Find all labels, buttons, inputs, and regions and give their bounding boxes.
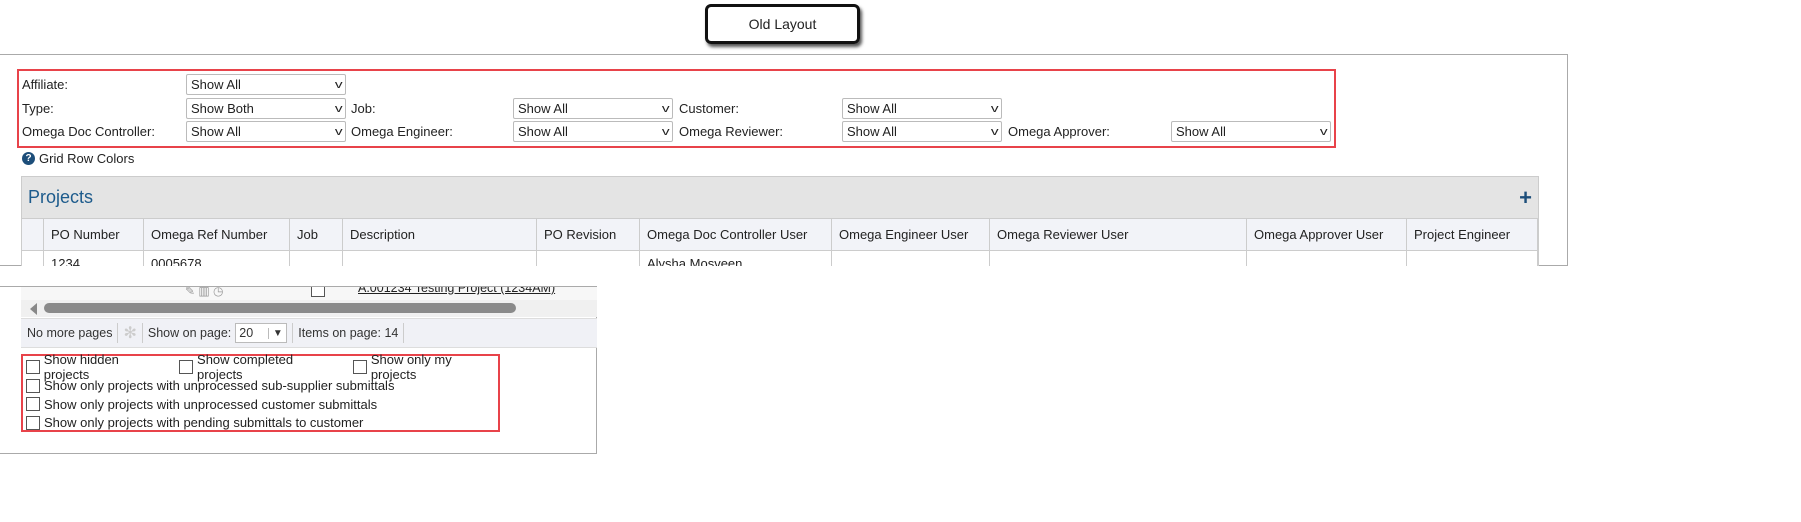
scrollbar-thumb[interactable] [44,303,516,313]
old-layout-label: Old Layout [705,4,860,44]
type-select[interactable]: Show Both v [186,98,346,119]
engineer-label: Omega Engineer: [351,124,453,139]
column-header[interactable]: Omega Reviewer User [990,219,1247,250]
row-cell [22,251,44,266]
column-header[interactable]: Omega Engineer User [832,219,990,250]
no-more-pages: No more pages [27,326,113,340]
projects-grid: Projects + PO Number Omega Ref Number Job… [21,176,1539,266]
job-label: Job: [351,101,376,116]
affiliate-select[interactable]: Show All v [186,74,346,95]
chevron-down-icon: v [334,78,343,91]
select-column-header [22,219,44,250]
row-cell: 1234 [44,251,144,266]
chevron-down-icon: v [334,125,343,138]
column-header[interactable]: Job [290,219,343,250]
grid-title: Projects [28,187,94,207]
column-header[interactable]: PO Revision [537,219,640,250]
column-header[interactable]: Description [343,219,537,250]
grid-header-row: PO Number Omega Ref Number Job Descripti… [22,219,1538,251]
row-cell: Alysha Mosveen [640,251,832,266]
table-row[interactable]: 1234 0005678 Alysha Mosveen [22,251,1538,266]
reviewer-label: Omega Reviewer: [679,124,784,139]
chevron-down-icon: v [661,125,670,138]
project-link[interactable]: A.001234 Testing Project (1234AM) [358,287,555,295]
edit-delete-history-icons[interactable]: ✎ ▥ ◷ [185,287,224,298]
row-cell [290,251,343,266]
row-cell [1407,251,1538,266]
chevron-down-icon: v [1319,125,1328,138]
row-cell: 0005678 [144,251,290,266]
column-header[interactable]: Omega Doc Controller User [640,219,832,250]
show-completed-checkbox[interactable] [179,360,194,375]
doc-controller-select[interactable]: Show All v [186,121,346,142]
chevron-down-icon: v [990,125,999,138]
pending-submittals-checkbox[interactable] [26,415,40,430]
show-hidden-checkbox[interactable] [26,360,40,375]
customer-select[interactable]: Show All v [842,98,1002,119]
row-cell [832,251,990,266]
help-icon: ? [22,152,35,165]
row-cell [990,251,1247,266]
type-label: Type: [22,101,54,116]
doc-controller-label: Omega Doc Controller: [22,124,155,139]
grid-row-colors-label: Grid Row Colors [39,151,135,166]
add-project-icon[interactable]: + [1519,185,1532,211]
scroll-left-icon[interactable] [30,303,37,315]
show-my-projects-checkbox[interactable] [353,360,367,375]
items-on-page: Items on page: 14 [298,326,399,340]
page-size-select[interactable]: 20 ▼ [235,323,288,343]
row-cell [1247,251,1407,266]
chevron-down-icon: ▼ [268,327,286,339]
column-header[interactable]: PO Number [44,219,144,250]
customer-label: Customer: [679,101,739,116]
chevron-down-icon: v [990,102,999,115]
page-size-value: 20 [239,326,254,340]
affiliate-label: Affiliate: [22,77,69,92]
option-label: Show only projects with unprocessed cust… [44,396,378,412]
column-header[interactable]: Omega Ref Number [144,219,290,250]
grid-row-colors-link[interactable]: ? Grid Row Colors [22,151,134,166]
partial-row: ✎ ▥ ◷ A.001234 Testing Project (1234AM) [21,287,597,300]
reviewer-select[interactable]: Show All v [842,121,1002,142]
show-on-page-label: Show on page: [147,326,232,340]
refresh-icon[interactable]: ✻ [123,323,136,343]
horizontal-scrollbar[interactable] [21,300,597,317]
row-cell [537,251,640,266]
approver-select[interactable]: Show All v [1171,121,1331,142]
option-label: Show only projects with pending submitta… [44,415,364,431]
customer-submittals-checkbox[interactable] [26,397,40,412]
options-highlight: Show hidden projects Show completed proj… [21,352,500,432]
chevron-down-icon: v [334,102,343,115]
chevron-down-icon: v [661,102,670,115]
row-checkbox[interactable] [311,287,325,297]
engineer-select[interactable]: Show All v [513,121,673,142]
row-cell [343,251,537,266]
sub-supplier-checkbox[interactable] [26,378,40,393]
column-header[interactable]: Project Engineer [1407,219,1538,250]
approver-label: Omega Approver: [1008,124,1110,139]
column-header[interactable]: Omega Approver User [1247,219,1407,250]
pager: No more pages ✻ Show on page: 20 ▼ Items … [21,318,597,348]
job-select[interactable]: Show All v [513,98,673,119]
option-label: Show only projects with unprocessed sub-… [44,378,395,394]
